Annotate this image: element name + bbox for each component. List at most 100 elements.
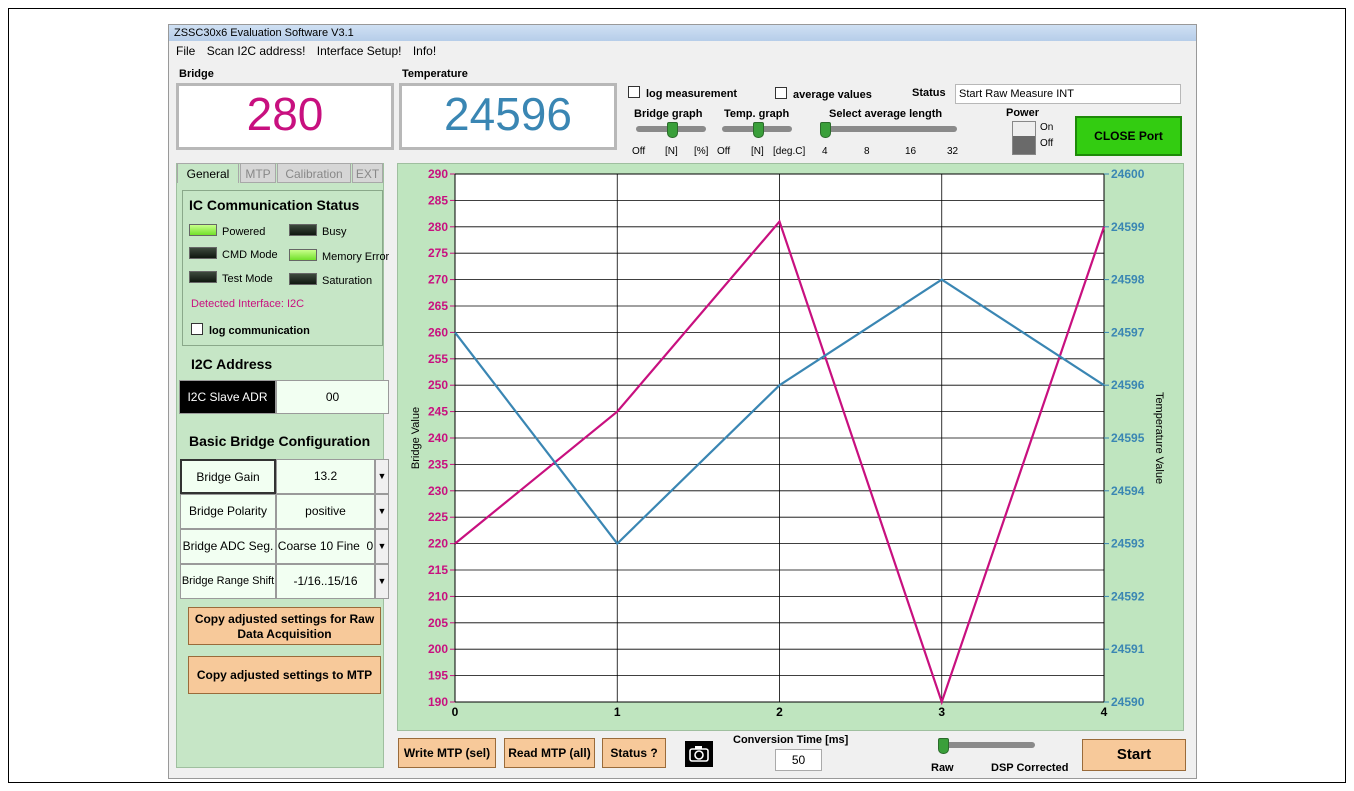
led-indicator [289, 249, 317, 261]
power-off-label: Off [1040, 138, 1054, 149]
tab-calibration[interactable]: Calibration [277, 163, 351, 183]
bridge-graph-knob[interactable] [667, 122, 678, 138]
y2-tick-label: 24596 [1111, 378, 1145, 392]
tab-ext[interactable]: EXT [352, 163, 383, 183]
led-indicator [189, 247, 217, 259]
read-mtp-button[interactable]: Read MTP (all) [504, 738, 595, 768]
close-port-button[interactable]: CLOSE Port [1075, 116, 1182, 156]
write-mtp-button[interactable]: Write MTP (sel) [398, 738, 496, 768]
menu-file[interactable]: File [176, 44, 195, 58]
average-values-checkbox[interactable]: average values [775, 87, 872, 101]
y-tick-label: 230 [428, 484, 448, 498]
y2-tick-label: 24595 [1111, 431, 1145, 445]
bridge-graph-tick-off: Off [632, 146, 646, 157]
power-label: Power [1006, 107, 1040, 119]
power-on-label: On [1040, 122, 1054, 133]
log-communication-label: log communication [209, 325, 310, 337]
i2c-slave-adr-field[interactable]: 00 [276, 380, 389, 414]
y-tick-label: 225 [428, 510, 448, 524]
y-tick-label: 255 [428, 352, 448, 366]
copy-raw-settings-button[interactable]: Copy adjusted settings for Raw Data Acqu… [188, 607, 381, 645]
bridge-graph-label: Bridge graph [634, 108, 703, 120]
y-tick-label: 215 [428, 563, 448, 577]
y-tick-label: 235 [428, 457, 448, 471]
y-tick-label: 220 [428, 537, 448, 551]
led-indicator [289, 224, 317, 236]
checkbox-box[interactable] [628, 86, 640, 98]
checkbox-box[interactable] [775, 87, 787, 99]
bridge-adc-seg-label: Bridge ADC Seg. [180, 529, 276, 564]
bridge-polarity-value[interactable]: positive [276, 494, 375, 529]
y-tick-label: 190 [428, 695, 448, 709]
log-measurement-checkbox[interactable]: log measurement [628, 86, 737, 100]
y-tick-label: 270 [428, 273, 448, 287]
led-indicator [189, 271, 217, 283]
bridge-adc-seg-value[interactable]: Coarse 10 Fine 0 [276, 529, 375, 564]
conversion-time-label: Conversion Time [ms] [733, 734, 849, 746]
window-title: ZSSC30x6 Evaluation Software V3.1 [169, 25, 1196, 41]
average-length-slider[interactable] [822, 126, 957, 132]
bridge-label: Bridge [179, 68, 214, 80]
menu-bar: File Scan I2C address! Interface Setup! … [169, 41, 1196, 61]
y2-tick-label: 24592 [1111, 589, 1145, 603]
ic-status-heading: IC Communication Status [189, 197, 360, 213]
y2-tick-label: 24590 [1111, 695, 1145, 709]
raw-dsp-knob[interactable] [938, 738, 949, 754]
y-tick-label: 260 [428, 325, 448, 339]
y2-tick-label: 24597 [1111, 325, 1145, 339]
temperature-readout: 24596 [399, 83, 617, 150]
temp-graph-knob[interactable] [753, 122, 764, 138]
y2-tick-label: 24598 [1111, 273, 1145, 287]
y2-tick-label: 24599 [1111, 220, 1145, 234]
log-measurement-label: log measurement [646, 88, 738, 100]
bridge-readout: 280 [176, 83, 394, 150]
x-tick-label: 0 [452, 705, 459, 719]
y-tick-label: 200 [428, 642, 448, 656]
y2-tick-label: 24600 [1111, 167, 1145, 181]
led-label: Busy [322, 226, 347, 238]
log-communication-checkbox[interactable]: log communication [191, 323, 310, 337]
power-switch[interactable] [1012, 121, 1036, 155]
temp-graph-tick-degc: [deg.C] [773, 146, 806, 157]
checkbox-box[interactable] [191, 323, 203, 335]
tab-general[interactable]: General [177, 163, 239, 183]
app-window: ZSSC30x6 Evaluation Software V3.1 File S… [168, 24, 1197, 779]
copy-mtp-settings-button[interactable]: Copy adjusted settings to MTP [188, 656, 381, 694]
power-switch-lever [1013, 136, 1035, 154]
x-tick-label: 2 [776, 705, 783, 719]
chevron-down-icon[interactable]: ▼ [375, 494, 389, 529]
raw-dsp-slider[interactable] [941, 742, 1035, 748]
temp-graph-label: Temp. graph [724, 108, 790, 120]
y-tick-label: 205 [428, 616, 448, 630]
led-busy: Busy [289, 224, 346, 238]
led-label: Saturation [322, 275, 373, 287]
y2-tick-label: 24594 [1111, 484, 1145, 498]
x-tick-label: 3 [938, 705, 945, 719]
camera-icon[interactable] [685, 741, 713, 767]
bridge-range-shift-value[interactable]: -1/16..15/16 [276, 564, 375, 599]
bridge-gain-label: Bridge Gain [180, 459, 276, 494]
menu-scan-i2c[interactable]: Scan I2C address! [207, 44, 306, 58]
y2-tick-label: 24591 [1111, 642, 1145, 656]
conversion-time-field[interactable]: 50 [775, 749, 822, 771]
chevron-down-icon[interactable]: ▼ [375, 529, 389, 564]
led-powered: Powered [189, 224, 265, 238]
y-tick-label: 210 [428, 589, 448, 603]
y-tick-label: 285 [428, 193, 448, 207]
average-values-label: average values [793, 89, 872, 101]
chevron-down-icon[interactable]: ▼ [375, 564, 389, 599]
start-button[interactable]: Start [1082, 739, 1186, 771]
detected-interface: Detected Interface: I2C [191, 298, 305, 310]
average-length-label: Select average length [829, 108, 943, 120]
dsp-corrected-label: DSP Corrected [991, 762, 1069, 774]
menu-info[interactable]: Info! [413, 44, 436, 58]
y2-tick-label: 24593 [1111, 537, 1145, 551]
y-tick-label: 265 [428, 299, 448, 313]
menu-interface-setup[interactable]: Interface Setup! [317, 44, 402, 58]
status-button[interactable]: Status ? [602, 738, 666, 768]
tab-mtp[interactable]: MTP [240, 163, 276, 183]
chevron-down-icon[interactable]: ▼ [375, 459, 389, 494]
bridge-gain-value[interactable]: 13.2 [276, 459, 375, 494]
y-tick-label: 275 [428, 246, 448, 260]
average-length-knob[interactable] [820, 122, 831, 138]
